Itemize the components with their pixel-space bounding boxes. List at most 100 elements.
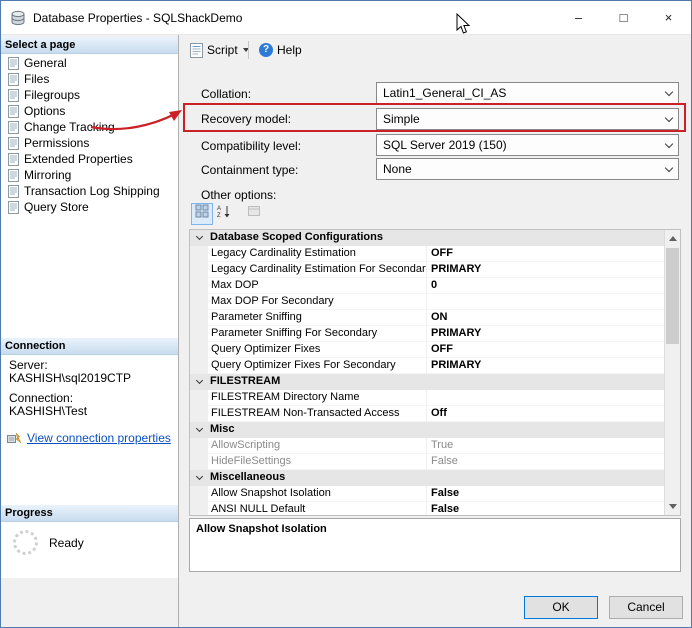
property-value[interactable]: PRIMARY [427,326,664,342]
server-label: Server: [9,358,48,372]
table-row[interactable]: Max DOP For Secondary [190,294,664,310]
script-page-icon [8,137,19,150]
row-margin [190,502,208,516]
table-row[interactable]: Max DOP 0 [190,278,664,294]
property-value[interactable]: ON [427,310,664,326]
collation-dropdown[interactable]: Latin1_General_CI_AS [376,82,679,104]
row-margin [190,310,208,326]
row-margin [190,374,208,390]
recovery-model-dropdown[interactable]: Simple [376,108,679,130]
script-icon [190,43,203,58]
connection-properties-icon [7,432,22,445]
compatibility-level-label: Compatibility level: [201,139,301,153]
svg-text:A: A [217,206,221,212]
row-margin [190,342,208,358]
table-row[interactable]: Allow Snapshot Isolation False [190,486,664,502]
row-margin [190,262,208,278]
property-value[interactable]: Off [427,406,664,422]
property-value[interactable]: PRIMARY [427,358,664,374]
category-row[interactable]: Database Scoped Configurations [190,230,664,246]
category-row[interactable]: Miscellaneous [190,470,664,486]
sidebar-item-label: Permissions [24,136,89,150]
property-value[interactable]: OFF [427,342,664,358]
script-page-icon [8,105,19,118]
scrollbar-thumb[interactable] [666,248,679,344]
row-margin [190,390,208,406]
containment-type-dropdown[interactable]: None [376,158,679,180]
table-row[interactable]: Parameter Sniffing ON [190,310,664,326]
table-row[interactable]: Legacy Cardinality Estimation For Second… [190,262,664,278]
help-button[interactable]: ? Help [255,39,306,61]
sidebar-item-label: Change Tracking [24,120,115,134]
table-row[interactable]: FILESTREAM Non-Transacted Access Off [190,406,664,422]
view-connection-properties[interactable]: View connection properties [7,431,171,445]
progress-header: Progress [1,505,178,522]
containment-type-label: Containment type: [201,163,298,177]
sidebar-item-permissions[interactable]: Permissions [1,135,178,151]
scroll-up-icon[interactable] [669,236,677,241]
table-row[interactable]: HideFileSettings False [190,454,664,470]
property-value[interactable]: OFF [427,246,664,262]
category-row[interactable]: FILESTREAM [190,374,664,390]
sidebar-item-general[interactable]: General [1,55,178,71]
property-label: Parameter Sniffing [208,310,427,326]
recovery-model-value: Simple [383,112,420,126]
sidebar-item-query-store[interactable]: Query Store [1,199,178,215]
sidebar-item-filegroups[interactable]: Filegroups [1,87,178,103]
category-name: Misc [208,422,234,438]
script-button-label: Script [207,43,238,57]
property-value[interactable]: False [427,502,664,516]
table-row[interactable]: Legacy Cardinality Estimation OFF [190,246,664,262]
sidebar-item-files[interactable]: Files [1,71,178,87]
table-row[interactable]: Query Optimizer Fixes OFF [190,342,664,358]
chevron-down-icon[interactable] [195,425,202,432]
scroll-down-icon[interactable] [669,504,677,509]
property-value[interactable]: PRIMARY [427,262,664,278]
script-button[interactable]: Script [186,39,253,61]
alphabetical-sort-button[interactable]: A Z [213,203,235,225]
table-row[interactable]: Parameter Sniffing For Secondary PRIMARY [190,326,664,342]
database-icon [10,10,26,31]
sidebar-item-mirroring[interactable]: Mirroring [1,167,178,183]
table-row[interactable]: AllowScripting True [190,438,664,454]
server-value: KASHISH\sql2019CTP [9,371,131,385]
sidebar-item-label: Filegroups [24,88,80,102]
maximize-button[interactable]: □ [601,1,646,34]
category-row[interactable]: Misc [190,422,664,438]
chevron-down-icon[interactable] [195,233,202,240]
property-value[interactable] [427,294,664,310]
sidebar-item-change-tracking[interactable]: Change Tracking [1,119,178,135]
ok-button[interactable]: OK [524,596,598,619]
row-margin [190,246,208,262]
grid-scrollbar[interactable] [664,230,680,515]
dialog-toolbar: Script ? Help [179,37,691,63]
property-value[interactable] [427,390,664,406]
script-page-icon [8,73,19,86]
table-row[interactable]: ANSI NULL Default False [190,502,664,516]
table-row[interactable]: FILESTREAM Directory Name [190,390,664,406]
property-value[interactable]: False [427,486,664,502]
property-pages-button [243,203,265,225]
view-connection-properties-link[interactable]: View connection properties [27,431,171,445]
table-row[interactable]: Query Optimizer Fixes For Secondary PRIM… [190,358,664,374]
sidebar-item-transaction-log-shipping[interactable]: Transaction Log Shipping [1,183,178,199]
row-margin [190,422,208,438]
sidebar-item-options[interactable]: Options [1,103,178,119]
chevron-down-icon [665,140,673,148]
minimize-button[interactable]: – [556,1,601,34]
cancel-button[interactable]: Cancel [609,596,683,619]
categorized-view-button[interactable] [191,203,213,225]
chevron-down-icon[interactable] [195,377,202,384]
property-value[interactable]: 0 [427,278,664,294]
close-button[interactable]: × [646,1,691,34]
sidebar-item-extended-properties[interactable]: Extended Properties [1,151,178,167]
page-list: General Files Filegroups Options Change … [1,55,178,215]
property-label: ANSI NULL Default [208,502,427,516]
progress-status: Ready [49,536,84,550]
compatibility-level-dropdown[interactable]: SQL Server 2019 (150) [376,134,679,156]
chevron-down-icon[interactable] [195,473,202,480]
sidebar-item-label: Query Store [24,200,89,214]
sidebar-item-label: General [24,56,67,70]
property-label: Parameter Sniffing For Secondary [208,326,427,342]
category-name: FILESTREAM [208,374,280,390]
